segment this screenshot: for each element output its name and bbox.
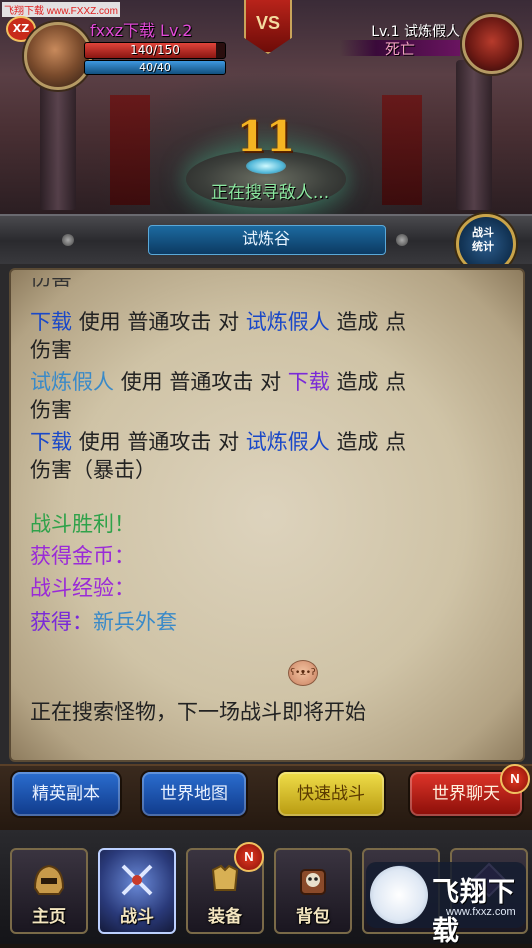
search-status-text: 正在搜寻敌人... <box>210 183 330 203</box>
stone-pillar <box>456 60 492 210</box>
log-target[interactable]: 试炼假人 <box>246 430 330 454</box>
log-word: 点 <box>385 310 407 334</box>
nav-battle[interactable]: 战斗 <box>98 848 176 934</box>
player-avatar[interactable] <box>24 22 92 90</box>
log-skill: 普通攻击 <box>127 430 212 454</box>
stats-label-line2: 统计 <box>472 240 494 253</box>
hp-text: 140/150 <box>130 43 180 57</box>
player-name: fxxz下载 Lv.2 <box>90 21 193 40</box>
log-word: 造成 <box>336 370 379 394</box>
log-word: 点 <box>385 430 407 454</box>
chat-new-badge: N <box>500 764 530 794</box>
gold-reward-text: 获得金币： <box>30 544 135 568</box>
world-map-button[interactable]: 世界地图 <box>142 772 246 816</box>
log-entry: 试炼假人 使用 普通攻击 对 下载 造成 点 <box>30 366 406 396</box>
log-target[interactable]: 下载 <box>288 370 330 394</box>
log-word: 造成 <box>336 310 379 334</box>
nav-home[interactable]: 主页 <box>10 848 88 934</box>
player-mp-bar: 40/40 <box>84 60 226 75</box>
log-partial-line: 伤害 <box>30 278 90 292</box>
log-entry-tail: 伤害（暴击） <box>30 458 156 482</box>
log-word: 对 <box>260 370 282 394</box>
log-word: 点 <box>385 370 407 394</box>
site-logo-url: www.fxxz.com <box>446 906 516 918</box>
red-banner <box>382 95 422 205</box>
log-entry-tail: 伤害 <box>30 338 72 362</box>
log-word: 使用 <box>78 310 121 334</box>
search-monster-text: 正在搜索怪物，下一场战斗即将开始 <box>30 700 366 724</box>
watermark: 飞翔下载 www.FXXZ.com <box>2 2 120 17</box>
location-title: 试炼谷 <box>241 229 290 248</box>
enemy-status: 死亡 <box>384 40 415 58</box>
nav-home-label: 主页 <box>32 907 66 927</box>
crossed-swords-icon <box>121 864 153 896</box>
log-actor[interactable]: 下载 <box>30 430 72 454</box>
player-hp-bar: 140/150 <box>84 42 226 59</box>
skull-bag-icon <box>300 869 326 895</box>
log-skill: 普通攻击 <box>127 310 212 334</box>
pet-bear-icon[interactable]: ʕ•ᴥ•ʔ <box>288 660 318 686</box>
equipment-new-badge: N <box>234 842 264 872</box>
helmet-icon <box>33 864 65 895</box>
rivet-icon <box>62 234 74 246</box>
log-partial-text: 伤害 <box>30 278 72 290</box>
red-banner <box>110 95 150 205</box>
rivet-icon <box>396 234 408 246</box>
mp-text: 40/40 <box>139 61 171 74</box>
log-word: 使用 <box>78 430 121 454</box>
log-entry: 下载 使用 普通攻击 对 试炼假人 造成 点 <box>30 426 406 456</box>
loot-line: 获得：新兵外套 <box>30 606 177 636</box>
log-word: 对 <box>218 310 240 334</box>
victory-text: 战斗胜利！ <box>30 512 135 536</box>
enemy-avatar[interactable] <box>462 14 522 74</box>
log-skill: 普通攻击 <box>169 370 254 394</box>
log-word: 使用 <box>120 370 163 394</box>
nav-bag[interactable]: 背包 <box>274 848 352 934</box>
log-actor[interactable]: 试炼假人 <box>30 370 114 394</box>
log-actor[interactable]: 下载 <box>30 310 72 334</box>
log-entry-tail: 伤害 <box>30 398 72 422</box>
loot-label: 获得： <box>30 610 93 634</box>
nav-equipment-label: 装备 <box>208 907 242 927</box>
log-entry: 下载 使用 普通攻击 对 试炼假人 造成 点 <box>30 306 406 336</box>
stats-label-line1: 战斗 <box>472 226 494 239</box>
nav-bag-label: 背包 <box>296 907 330 927</box>
log-word: 造成 <box>336 430 379 454</box>
nav-battle-label: 战斗 <box>120 907 154 927</box>
site-logo-icon <box>370 866 428 924</box>
round-counter: 11 <box>236 112 296 161</box>
log-target[interactable]: 试炼假人 <box>246 310 330 334</box>
exp-reward-text: 战斗经验： <box>30 576 135 600</box>
loot-item-link[interactable]: 新兵外套 <box>93 610 177 634</box>
elite-dungeon-button[interactable]: 精英副本 <box>12 772 120 816</box>
log-word: 对 <box>218 430 240 454</box>
quick-battle-button[interactable]: 快速战斗 <box>278 772 384 816</box>
battle-stats-label: 战斗 统计 <box>461 226 505 254</box>
